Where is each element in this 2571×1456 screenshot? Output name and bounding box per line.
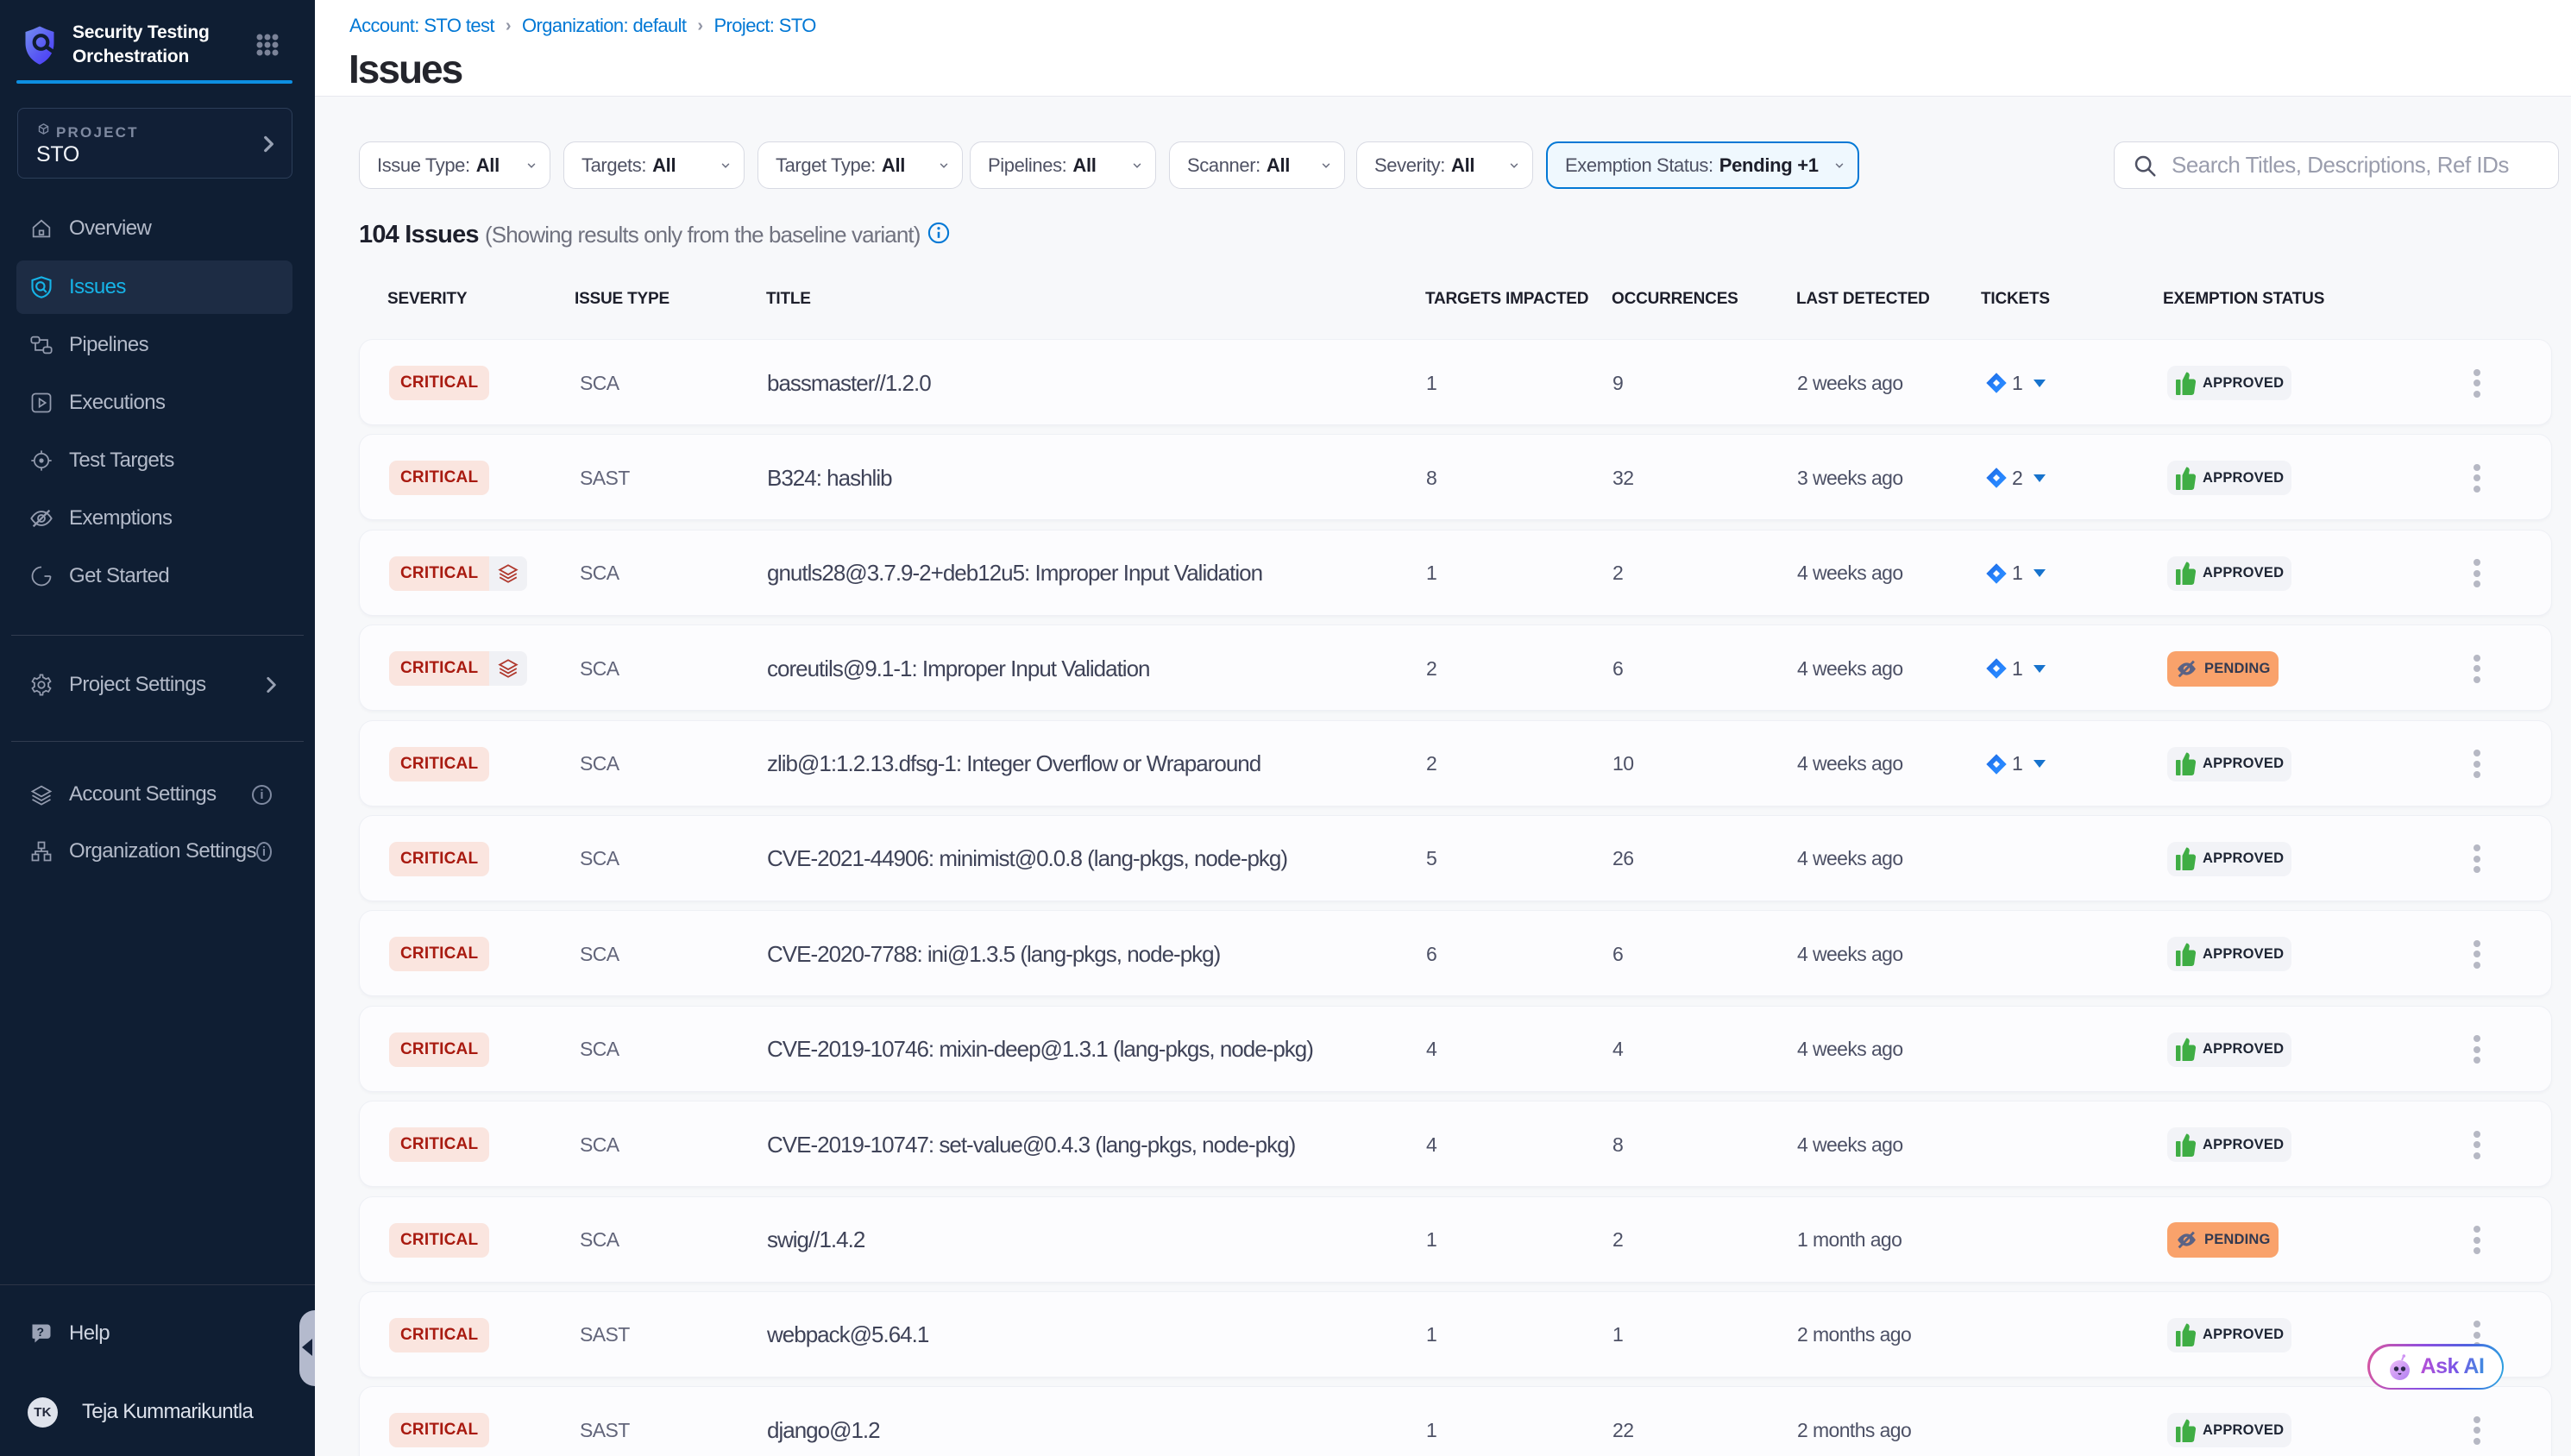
svg-text:?: ? — [37, 1325, 45, 1339]
